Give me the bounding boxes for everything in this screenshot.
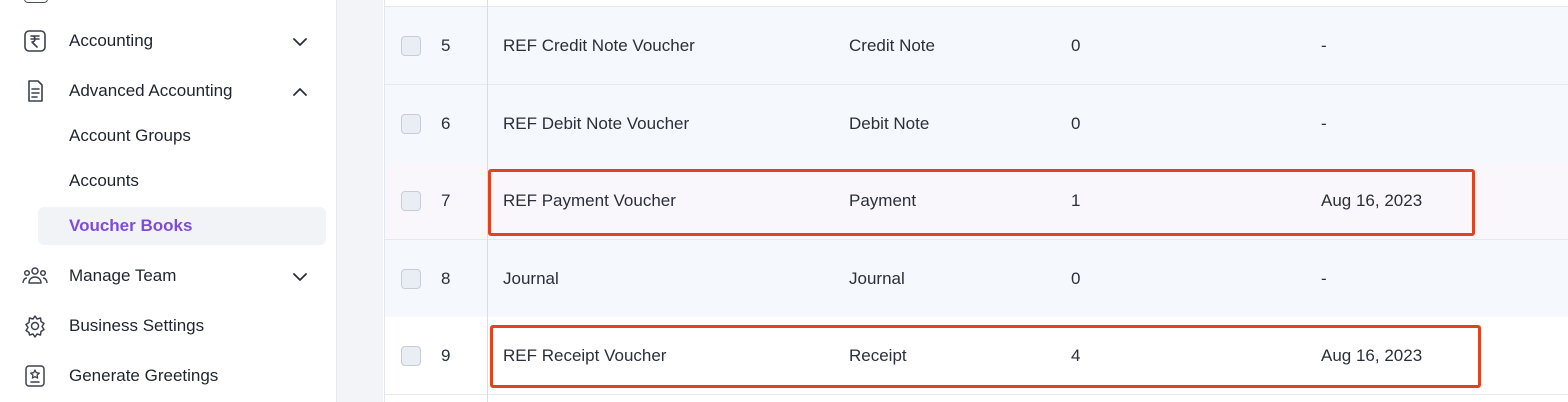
row-checkbox[interactable] — [401, 345, 421, 366]
sidebar-subitem-accounts[interactable]: Accounts — [38, 162, 326, 200]
greeting-card-icon — [22, 364, 48, 388]
voucher-name[interactable]: Journal — [503, 240, 559, 317]
sidebar-item-manage-team[interactable]: Manage Team — [0, 256, 336, 296]
team-icon — [22, 264, 48, 288]
voucher-count: 0 — [1071, 35, 1081, 55]
gear-icon — [22, 314, 48, 338]
voucher-count: 0 — [1071, 268, 1081, 288]
sidebar-item-label: Generate Greetings — [69, 366, 219, 385]
sidebar-subitem-label: Account Groups — [69, 126, 191, 145]
sidebar-subitem-account-groups[interactable]: Account Groups — [38, 117, 326, 155]
sidebar-item-label: Business Settings — [69, 316, 205, 335]
voucher-name[interactable]: REF Credit Note Voucher — [503, 7, 695, 84]
sidebar-item-label: Accounting — [69, 31, 154, 50]
sidebar-subitem-label: Accounts — [69, 171, 139, 190]
table-row[interactable]: 6 REF Debit Note Voucher Debit Note 0 - — [385, 85, 1568, 163]
row-checkbox[interactable] — [401, 190, 421, 211]
voucher-count: 0 — [1071, 113, 1081, 133]
highlight-box — [488, 169, 1475, 236]
voucher-type: Journal — [849, 268, 905, 288]
row-number: 6 — [441, 113, 451, 133]
voucher-books-table: 5 REF Credit Note Voucher Credit Note 0 … — [384, 0, 1568, 402]
sidebar-item-generate-greetings[interactable]: Generate Greetings — [0, 356, 336, 396]
highlight-box — [490, 325, 1481, 388]
voucher-date: - — [1321, 113, 1327, 133]
sidebar-item-advanced-accounting[interactable]: Advanced Accounting — [0, 71, 336, 111]
row-number: 8 — [441, 268, 451, 288]
row-checkbox[interactable] — [401, 35, 421, 56]
voucher-date: - — [1321, 268, 1327, 288]
row-checkbox[interactable] — [401, 113, 421, 134]
voucher-date: - — [1321, 35, 1327, 55]
row-number: 9 — [441, 345, 451, 365]
voucher-name[interactable]: REF Debit Note Voucher — [503, 85, 689, 162]
table-row[interactable]: 5 REF Credit Note Voucher Credit Note 0 … — [385, 7, 1568, 85]
row-number: 7 — [441, 190, 451, 210]
row-number: 5 — [441, 35, 451, 55]
sidebar-item-label: Advanced Accounting — [69, 81, 233, 100]
document-icon — [22, 79, 48, 103]
chevron-down-icon[interactable] — [290, 267, 310, 287]
table-row[interactable]: 8 Journal Journal 0 - — [385, 240, 1568, 318]
rupee-icon — [22, 29, 48, 53]
chevron-up-icon[interactable] — [290, 82, 310, 102]
sidebar-item-accounting[interactable]: Accounting — [0, 21, 336, 61]
sidebar-item-business-settings[interactable]: Business Settings — [0, 306, 336, 346]
voucher-type: Credit Note — [849, 35, 935, 55]
sidebar-item-label: Manage Team — [69, 266, 177, 285]
sidebar: Accounting Advanced Accounting Account G… — [0, 0, 337, 402]
menu-item-icon-partial — [24, 0, 48, 3]
sidebar-gutter — [337, 0, 383, 402]
row-checkbox[interactable] — [401, 268, 421, 289]
chevron-down-icon[interactable] — [290, 32, 310, 52]
sidebar-subitem-label: Voucher Books — [69, 216, 193, 235]
sidebar-subitem-voucher-books[interactable]: Voucher Books — [38, 207, 326, 245]
voucher-type: Debit Note — [849, 113, 930, 133]
